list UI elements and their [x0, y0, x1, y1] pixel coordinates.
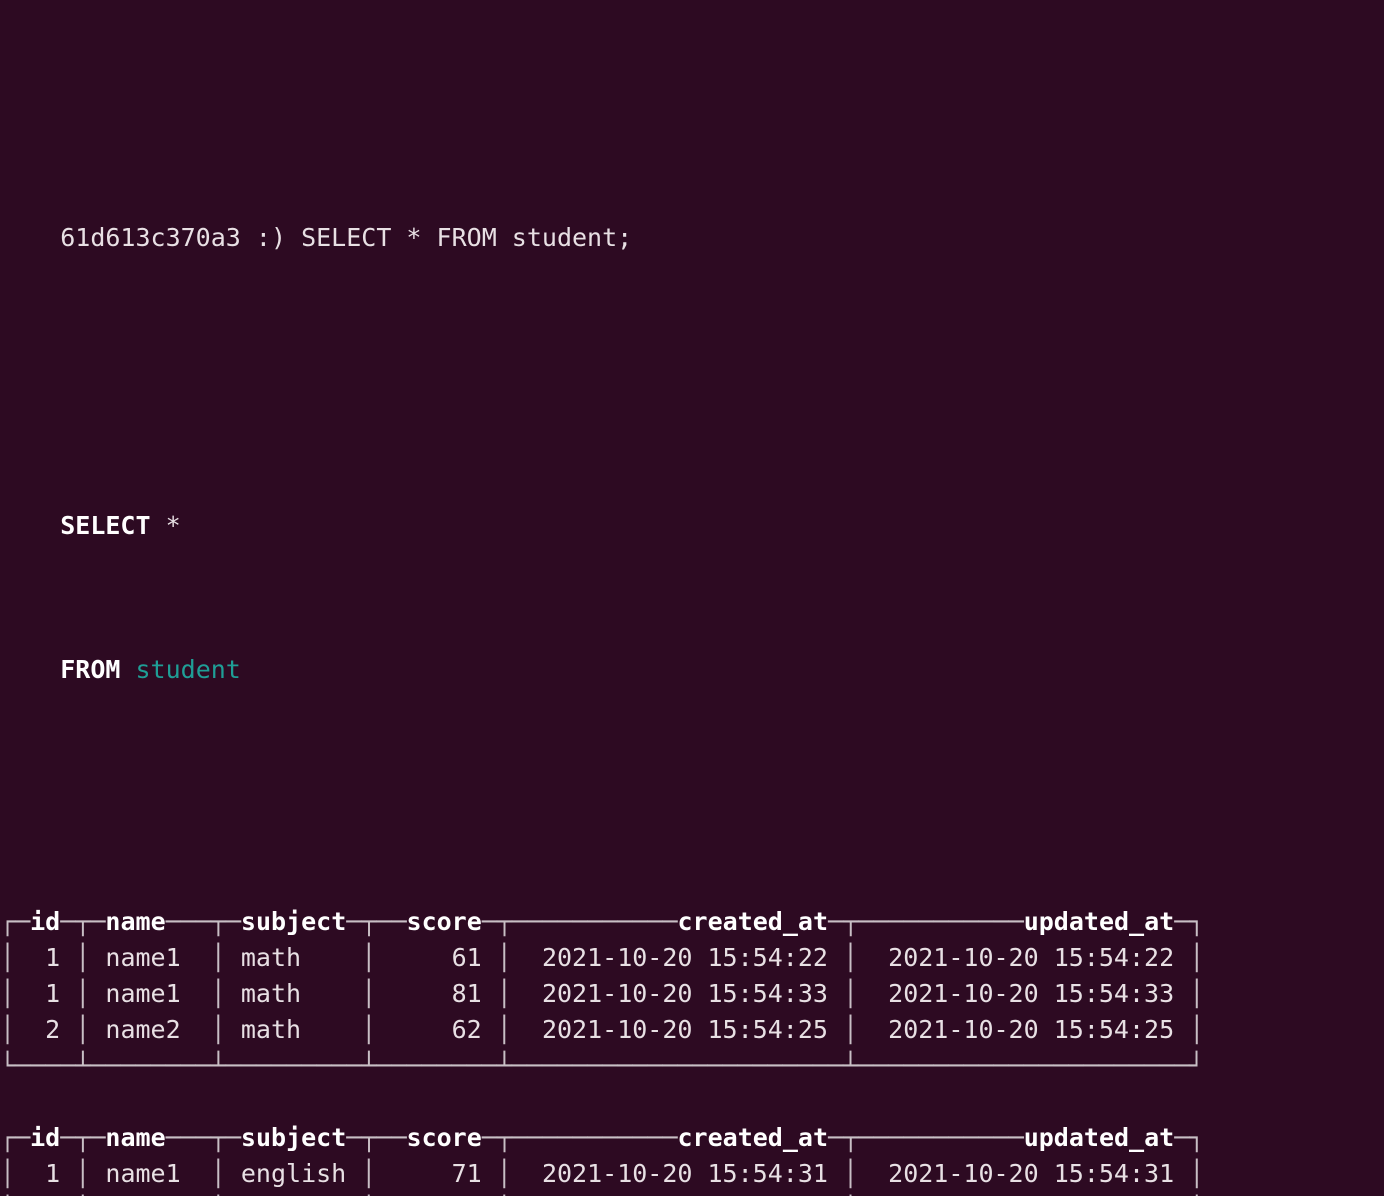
- cell-name: name2: [90, 1015, 211, 1044]
- column-header-subject: subject: [240, 907, 347, 936]
- column-header-id: id: [30, 1123, 61, 1152]
- column-header-updated_at: updated_at: [1023, 1123, 1175, 1152]
- terminal-screen: 61d613c370a3 :) SELECT * FROM student; S…: [0, 0, 1384, 1196]
- cell-updated_at: 2021-10-20 15:54:28: [858, 1195, 1189, 1196]
- sql-from-space: [120, 655, 135, 684]
- column-header-updated_at: updated_at: [1023, 907, 1175, 936]
- column-header-name: name: [105, 1123, 166, 1152]
- column-header-score: score: [406, 1123, 482, 1152]
- cell-subject: math: [225, 943, 362, 972]
- column-header-created_at: created_at: [677, 1123, 828, 1152]
- result-table-container: ┌─id─┬─name───┬─subject─┬──score─┬──────…: [0, 904, 1384, 1196]
- cell-score: 63: [376, 1195, 496, 1196]
- cell-name: name3: [90, 1195, 210, 1196]
- cell-updated_at: 2021-10-20 15:54:31: [858, 1159, 1190, 1188]
- cell-name: name1: [90, 1159, 211, 1188]
- cell-score: 81: [376, 979, 497, 1008]
- cell-id: 1: [15, 943, 76, 972]
- cell-subject: math: [225, 1015, 362, 1044]
- column-header-name: name: [105, 907, 166, 936]
- result-table: ┌─id─┬─name───┬─subject─┬──score─┬──────…: [0, 1120, 1384, 1196]
- cell-name: name1: [90, 979, 211, 1008]
- cell-created_at: 2021-10-20 15:54:22: [511, 943, 843, 972]
- cell-subject: english: [225, 1159, 362, 1188]
- echo-query-line-1: SELECT *: [0, 472, 1384, 540]
- column-header-score: score: [406, 907, 482, 936]
- cell-id: 2: [15, 1015, 76, 1044]
- cell-created_at: 2021-10-20 15:54:25: [511, 1015, 843, 1044]
- cell-updated_at: 2021-10-20 15:54:25: [858, 1015, 1190, 1044]
- sql-select-list: *: [150, 511, 181, 540]
- sql-keyword-from: FROM: [60, 655, 121, 684]
- cell-created_at: 2021-10-20 15:54:31: [511, 1159, 843, 1188]
- scrolled-previous-line-fragment: [0, 0, 1384, 6]
- cell-updated_at: 2021-10-20 15:54:22: [858, 943, 1190, 972]
- cell-score: 71: [376, 1159, 497, 1188]
- sql-table-identifier: student: [135, 655, 241, 684]
- column-header-subject: subject: [240, 1123, 347, 1152]
- prompt-command[interactable]: SELECT * FROM student;: [301, 223, 632, 252]
- table-row: │ 1 │ name1 │ math │ 81 │ 2021-10-20 15:…: [0, 979, 1205, 1008]
- prompt-line: 61d613c370a3 :) SELECT * FROM student;: [0, 184, 1384, 252]
- cell-id: 3: [15, 1195, 75, 1196]
- cell-created_at: 2021-10-20 15:54:33: [511, 979, 843, 1008]
- table-block-gap: [0, 1084, 1384, 1120]
- table-row: │ 3 │ name3 │ english │ 63 │ 2021-10-20 …: [0, 1192, 1384, 1196]
- cell-subject: english: [226, 1195, 361, 1196]
- cell-created_at: 2021-10-20 15:54:28: [512, 1195, 843, 1196]
- cell-score: 62: [376, 1015, 497, 1044]
- prompt-hostname: 61d613c370a3: [60, 223, 241, 252]
- cell-updated_at: 2021-10-20 15:54:33: [858, 979, 1190, 1008]
- column-header-created_at: created_at: [677, 907, 828, 936]
- cell-id: 1: [15, 1159, 76, 1188]
- table-header-row: ┌─id─┬─name───┬─subject─┬──score─┬──────…: [0, 907, 1205, 936]
- cell-subject: math: [225, 979, 362, 1008]
- result-table: ┌─id─┬─name───┬─subject─┬──score─┬──────…: [0, 904, 1384, 1084]
- prompt-gap: [286, 223, 301, 252]
- cell-id: 1: [15, 979, 76, 1008]
- prompt-symbol: :): [255, 223, 287, 252]
- table-header-row: ┌─id─┬─name───┬─subject─┬──score─┬──────…: [0, 1123, 1205, 1152]
- table-row: │ 2 │ name2 │ math │ 62 │ 2021-10-20 15:…: [0, 1015, 1205, 1044]
- table-row: │ 1 │ name1 │ math │ 61 │ 2021-10-20 15:…: [0, 943, 1205, 972]
- cell-score: 61: [376, 943, 497, 972]
- echo-query-line-2: FROM student: [0, 616, 1384, 684]
- column-header-id: id: [30, 907, 61, 936]
- table-bottom-border: └────┴────────┴─────────┴────────┴──────…: [0, 1051, 1205, 1080]
- cell-name: name1: [90, 943, 211, 972]
- table-row: │ 1 │ name1 │ english │ 71 │ 2021-10-20 …: [0, 1159, 1205, 1188]
- sql-keyword-select: SELECT: [60, 511, 151, 540]
